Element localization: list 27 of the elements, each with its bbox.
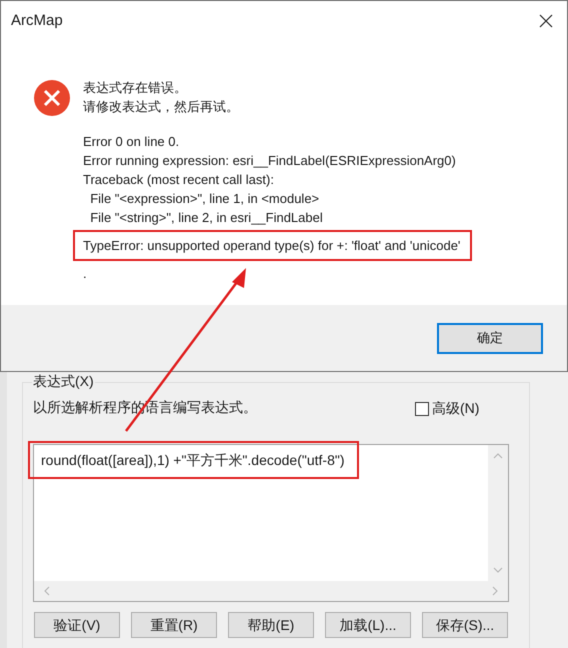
advanced-checkbox[interactable]: 高级(N) <box>415 398 480 419</box>
checkbox[interactable] <box>415 402 429 416</box>
scroll-right-icon[interactable] <box>492 586 498 596</box>
ok-button[interactable]: 确定 <box>437 322 543 354</box>
error-detail-line: File "<expression>", line 1, in <module> <box>89 190 320 208</box>
window-title: ArcMap <box>11 10 63 31</box>
error-detail-line: . <box>83 265 87 283</box>
expression-text: round(float([area]),1) +"平方千米".decode("utf-8") <box>41 451 344 469</box>
panel-button[interactable]: 保存(S)... <box>422 612 508 638</box>
message-text: 请修改表达式，然后再试。 <box>83 98 240 116</box>
panel-button[interactable]: 验证(V) <box>34 612 120 638</box>
panel-button[interactable]: 加载(L)... <box>325 612 411 638</box>
panel-button[interactable]: 帮助(E) <box>228 612 314 638</box>
horizontal-scrollbar[interactable] <box>34 581 508 601</box>
scroll-up-icon[interactable] <box>493 453 503 459</box>
error-detail-line: Traceback (most recent call last): <box>83 171 274 189</box>
error-detail-line: Error 0 on line 0. <box>83 133 180 151</box>
error-icon <box>33 79 71 117</box>
panel-button[interactable]: 重置(R) <box>131 612 217 638</box>
error-detail-line: File "<string>", line 2, in esri__FindLabel <box>89 209 323 227</box>
scroll-down-icon[interactable] <box>493 567 503 573</box>
vertical-scrollbar[interactable] <box>488 445 508 581</box>
error-detail-line: Error running expression: esri__FindLabel(ESRIExpressionArg0) <box>83 152 456 170</box>
message-text: 表达式存在错误。 <box>83 79 188 97</box>
close-icon[interactable] <box>539 14 553 28</box>
error-detail-line: TypeError: unsupported operand type(s) for +: 'float' and 'unicode' <box>83 237 460 255</box>
scroll-left-icon[interactable] <box>44 586 50 596</box>
